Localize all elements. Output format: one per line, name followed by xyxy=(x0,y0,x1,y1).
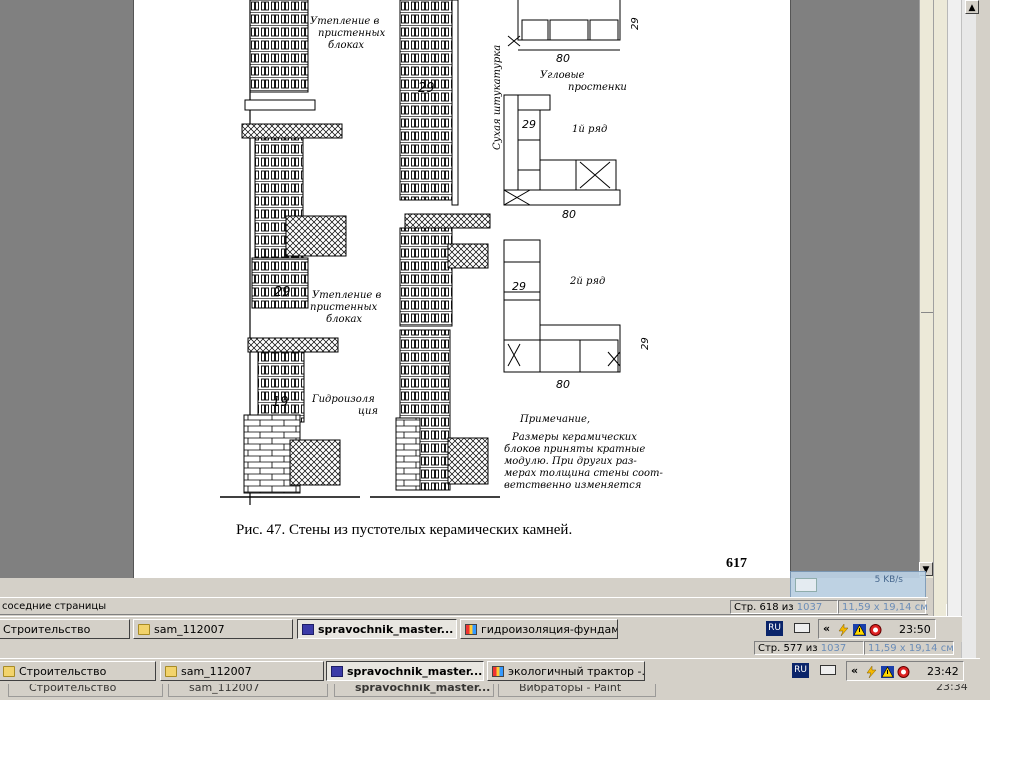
middle-wall-section: 29 xyxy=(370,0,500,498)
system-tray: « 23:50 xyxy=(818,619,936,639)
label-waterproofing: Гидроизоля ция xyxy=(311,394,378,417)
dim-29-c: 29 xyxy=(512,280,526,293)
folder-icon xyxy=(165,666,177,677)
ghost-button-sam: sam_112007 xyxy=(168,684,328,697)
system-tray-2: « 23:42 xyxy=(846,661,964,681)
keyboard-icon-2[interactable] xyxy=(820,665,836,675)
dim-19-left: 19 xyxy=(272,395,289,410)
ghost-button-spravochnik: spravochnik_master... xyxy=(334,684,494,697)
left-wall-section: 29 19 xyxy=(220,0,360,505)
antivirus-icon-2[interactable] xyxy=(897,666,910,678)
taskbar-top: Строительство sam_112007 spravochnik_mas… xyxy=(0,616,962,642)
taskbar-button-sam-2[interactable]: sam_112007 xyxy=(160,661,324,681)
ghost-clock: 23:34 xyxy=(936,684,968,693)
network-speed: 5 KB/s xyxy=(874,575,903,585)
dim-80-a: 80 xyxy=(556,52,570,65)
dim-29-a: 29 xyxy=(630,17,641,30)
note-title: Примечание, xyxy=(519,414,590,425)
figure-caption: Рис. 47. Стены из пустотелых керамически… xyxy=(236,522,573,538)
page-indicator: Стр. 618 из 1037 xyxy=(730,600,838,614)
label-row1: 1й ряд xyxy=(572,124,607,135)
taskbar-button-tractor[interactable]: экологичный трактор -... xyxy=(487,661,645,681)
scroll-thumb-mark xyxy=(921,312,933,321)
taskbar-button-waterproofing[interactable]: гидроизоляция-фундам... xyxy=(460,619,618,639)
power-icon[interactable] xyxy=(837,624,850,636)
dim-80-c: 80 xyxy=(556,378,570,391)
warning-icon-2[interactable] xyxy=(881,666,894,678)
taskbar-button-sam[interactable]: sam_112007 xyxy=(133,619,293,639)
taskbar-button-spravochnik-2[interactable]: spravochnik_master... xyxy=(326,661,484,681)
language-indicator-2[interactable]: RU xyxy=(792,663,809,678)
folder-icon xyxy=(3,666,15,677)
tray-expand-icon-2[interactable]: « xyxy=(851,664,858,677)
djvu-viewer-icon xyxy=(331,666,343,677)
corner-plan-top: 80 29 xyxy=(507,0,641,65)
dim-80-b: 80 xyxy=(562,208,576,221)
wall-figure: 29 19 29 Утепление в пристенных блоках Сух… xyxy=(220,0,666,505)
page-number: 617 xyxy=(726,556,747,571)
status-bar-secondary: Стр. 577 из 1037 11,59 x 19,14 см xyxy=(754,641,954,657)
dim-29-mid: 29 xyxy=(418,81,435,96)
paint-icon xyxy=(492,666,504,677)
label-row2: 2й ряд xyxy=(569,276,605,287)
note-body: Размеры керамических блоков приняты крат… xyxy=(504,432,666,491)
power-icon-2[interactable] xyxy=(865,666,878,678)
paint-icon xyxy=(465,624,477,635)
taskbar-button-spravochnik[interactable]: spravochnik_master... xyxy=(297,619,457,639)
taskbar-button-construction-2[interactable]: Строительство xyxy=(0,661,156,681)
network-graph xyxy=(795,578,817,592)
page-indicator-secondary: Стр. 577 из 1037 xyxy=(754,641,864,655)
taskbar-ghost: Строительство sam_112007 spravochnik_mas… xyxy=(0,684,990,698)
ghost-scroll-up-icon: ▲ xyxy=(965,0,979,14)
ghost-scrollbar-1 xyxy=(933,0,948,620)
page-size: 11,59 x 19,14 см xyxy=(838,600,928,614)
status-hint: соседние страницы xyxy=(2,601,107,612)
document-vscrollbar[interactable] xyxy=(919,0,934,578)
dim-29-b: 29 xyxy=(522,118,536,131)
corner-plan-row1: 29 80 xyxy=(503,94,621,221)
label-plaster: Сухая штукатурка xyxy=(492,45,503,150)
keyboard-icon[interactable] xyxy=(794,623,810,633)
label-insulation-mid: Утепление в пристенных блоках xyxy=(310,290,381,325)
label-insulation-top: Утепление в пристенных блоках xyxy=(310,16,386,51)
label-corner-piers: Угловые простенки xyxy=(540,70,627,93)
taskbar-bottom: Строительство sam_112007 spravochnik_mas… xyxy=(0,658,980,684)
page-size-secondary: 11,59 x 19,14 см xyxy=(864,641,954,655)
dim-29-left: 29 xyxy=(274,285,291,300)
dim-29-c2: 29 xyxy=(640,337,651,350)
corner-plan-row2: 29 80 29 xyxy=(503,239,651,391)
warning-icon[interactable] xyxy=(853,624,866,636)
folder-icon xyxy=(138,624,150,635)
djvu-viewer-icon xyxy=(302,624,314,635)
language-indicator[interactable]: RU xyxy=(766,621,783,636)
tray-expand-icon[interactable]: « xyxy=(823,622,830,635)
ghost-scrollbar-2 xyxy=(947,0,962,640)
clock-2[interactable]: 23:42 xyxy=(927,662,959,682)
antivirus-icon[interactable] xyxy=(869,624,882,636)
clock[interactable]: 23:50 xyxy=(899,620,931,640)
ghost-button-paint: Вибраторы - Paint xyxy=(498,684,656,697)
ghost-button-construction: Строительство xyxy=(8,684,163,697)
status-bar: соседние страницы Стр. 618 из 1037 11,59… xyxy=(0,597,928,615)
taskbar-button-construction[interactable]: Строительство xyxy=(0,619,130,639)
ghost-scrollbar-3 xyxy=(961,0,976,660)
